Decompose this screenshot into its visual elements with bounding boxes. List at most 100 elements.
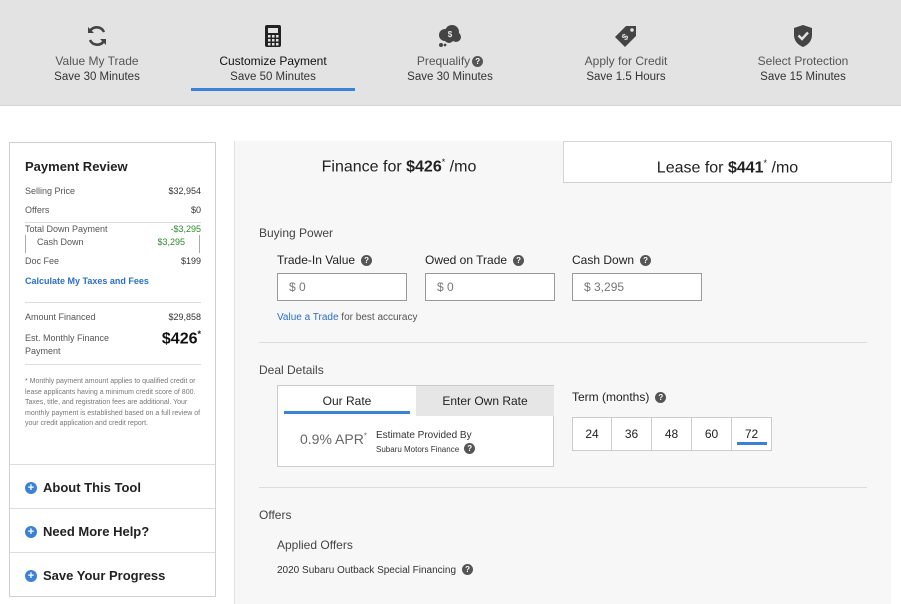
offer-item: 2020 Subaru Outback Special Financing? bbox=[277, 564, 474, 576]
term-option[interactable]: 36 bbox=[612, 417, 652, 451]
accordion-need-more-help[interactable]: + Need More Help? bbox=[10, 508, 215, 552]
plus-circle-icon: + bbox=[25, 526, 37, 538]
bracket-right bbox=[199, 235, 200, 253]
step-value-my-trade[interactable]: Value My Trade Save 30 Minutes bbox=[15, 0, 179, 106]
term-option[interactable]: 24 bbox=[572, 417, 612, 451]
cash-down-row: Cash Down $3,295 bbox=[37, 237, 199, 247]
cash-down-input[interactable]: $ 3,295 bbox=[572, 273, 702, 301]
bracket-left bbox=[25, 235, 26, 253]
help-icon[interactable]: ? bbox=[462, 564, 474, 575]
payment-review-panel: Payment Review Selling Price $32,954 Off… bbox=[9, 142, 216, 597]
amount-financed-row: Amount Financed $29,858 bbox=[25, 312, 201, 322]
selected-term-indicator bbox=[737, 442, 767, 445]
total-down-row: Total Down Payment -$3,295 bbox=[25, 224, 201, 234]
money-cloud-icon: $ bbox=[368, 22, 532, 50]
refresh-icon bbox=[15, 22, 179, 50]
accordion-label: Save Your Progress bbox=[43, 568, 166, 583]
accordion-label: Need More Help? bbox=[43, 524, 150, 539]
row-value: $199 bbox=[180, 256, 201, 266]
tab-our-rate[interactable]: Our Rate bbox=[278, 386, 416, 416]
tab-finance[interactable]: Finance for $426* /mo bbox=[235, 141, 563, 183]
est-monthly-label: Est. Monthly Finance Payment bbox=[25, 333, 110, 356]
step-prequalify[interactable]: $ Prequalify? Save 30 Minutes bbox=[368, 0, 532, 106]
tab-enter-own-rate[interactable]: Enter Own Rate bbox=[416, 386, 554, 416]
divider bbox=[259, 342, 867, 343]
rate-box: Our Rate Enter Own Rate 0.9% APR* Estima… bbox=[277, 385, 554, 467]
term-label: Term (months)? bbox=[572, 390, 667, 404]
estimate-provided-by: Estimate Provided By bbox=[376, 430, 472, 441]
plus-circle-icon: + bbox=[25, 570, 37, 582]
row-label: Total Down Payment bbox=[25, 224, 108, 234]
step-title: Select Protection bbox=[757, 54, 849, 68]
accordion-about-this-tool[interactable]: + About This Tool bbox=[10, 464, 215, 508]
apr-value: 0.9% APR* bbox=[300, 431, 367, 447]
step-select-protection[interactable]: Select Protection Save 15 Minutes bbox=[721, 0, 885, 106]
steps-bar: Value My Trade Save 30 Minutes Customize… bbox=[0, 0, 901, 106]
step-subtitle: Save 30 Minutes bbox=[54, 71, 140, 83]
active-step-indicator bbox=[191, 88, 355, 91]
owed-on-trade-input[interactable]: $ 0 bbox=[425, 273, 555, 301]
deal-details-title: Deal Details bbox=[259, 363, 324, 377]
divider bbox=[25, 364, 201, 365]
payment-review-title: Payment Review bbox=[25, 159, 128, 174]
divider bbox=[25, 222, 201, 223]
step-subtitle: Save 50 Minutes bbox=[230, 71, 316, 83]
plus-circle-icon: + bbox=[25, 482, 37, 494]
applied-offers-title: Applied Offers bbox=[277, 538, 353, 552]
help-icon[interactable]: ? bbox=[655, 392, 667, 403]
step-title: Customize Payment bbox=[219, 54, 327, 68]
row-label: Selling Price bbox=[25, 186, 76, 196]
est-monthly-payment: $426* bbox=[161, 329, 201, 348]
value-trade-note: Value a Trade for best accuracy bbox=[277, 312, 418, 323]
calculate-taxes-link[interactable]: Calculate My Taxes and Fees bbox=[25, 276, 149, 286]
help-icon[interactable]: ? bbox=[513, 255, 525, 266]
owed-on-trade-label: Owed on Trade? bbox=[425, 253, 525, 267]
step-customize-payment[interactable]: Customize Payment Save 50 Minutes bbox=[191, 0, 355, 106]
value-a-trade-link[interactable]: Value a Trade bbox=[277, 312, 339, 323]
cash-down-label: Cash Down? bbox=[572, 253, 652, 267]
selling-price-row: Selling Price $32,954 bbox=[25, 186, 201, 196]
row-label: Offers bbox=[25, 205, 50, 215]
shield-check-icon bbox=[721, 22, 885, 50]
term-option-selected[interactable]: 72 bbox=[732, 417, 772, 451]
disclaimer-text: * Monthly payment amount applies to qual… bbox=[25, 378, 201, 427]
accordion-save-your-progress[interactable]: + Save Your Progress bbox=[10, 552, 215, 596]
help-icon[interactable]: ? bbox=[472, 56, 484, 67]
step-apply-for-credit[interactable]: $ Apply for Credit Save 1.5 Hours bbox=[544, 0, 708, 106]
row-value: $3,295 bbox=[157, 237, 185, 247]
step-subtitle: Save 1.5 Hours bbox=[586, 71, 666, 83]
payment-calculator-main: Finance for $426* /mo Lease for $441* /m… bbox=[234, 141, 892, 604]
row-value: $29,858 bbox=[168, 312, 201, 322]
price-tag-icon: $ bbox=[544, 22, 708, 50]
row-value: $32,954 bbox=[168, 186, 201, 196]
trade-in-input[interactable]: $ 0 bbox=[277, 273, 407, 301]
divider bbox=[25, 302, 201, 303]
step-title: Value My Trade bbox=[55, 54, 139, 68]
active-tab-indicator bbox=[284, 411, 410, 414]
help-icon[interactable]: ? bbox=[361, 255, 373, 266]
help-icon[interactable]: ? bbox=[640, 255, 652, 266]
offers-title: Offers bbox=[259, 508, 292, 522]
tab-lease[interactable]: Lease for $441* /mo bbox=[563, 141, 892, 183]
help-icon[interactable]: ? bbox=[464, 443, 476, 454]
svg-text:$: $ bbox=[448, 30, 453, 39]
term-selector: 24 36 48 60 72 bbox=[572, 417, 772, 451]
row-value: $0 bbox=[190, 205, 201, 215]
estimate-source: Subaru Motors Finance? bbox=[376, 443, 476, 454]
step-subtitle: Save 30 Minutes bbox=[407, 71, 493, 83]
offers-row: Offers $0 bbox=[25, 205, 201, 215]
divider bbox=[259, 487, 867, 488]
trade-in-label: Trade-In Value? bbox=[277, 253, 373, 267]
row-label: Doc Fee bbox=[25, 256, 60, 266]
row-label: Amount Financed bbox=[25, 312, 96, 322]
term-option[interactable]: 48 bbox=[652, 417, 692, 451]
row-value: -$3,295 bbox=[170, 224, 201, 234]
accordion-label: About This Tool bbox=[43, 480, 141, 495]
row-label: Cash Down bbox=[37, 237, 84, 247]
calculator-icon bbox=[191, 22, 355, 50]
buying-power-title: Buying Power bbox=[259, 226, 334, 240]
doc-fee-row: Doc Fee $199 bbox=[25, 256, 201, 266]
term-option[interactable]: 60 bbox=[692, 417, 732, 451]
step-title: Prequalify? bbox=[368, 54, 532, 68]
step-title: Apply for Credit bbox=[584, 54, 668, 68]
